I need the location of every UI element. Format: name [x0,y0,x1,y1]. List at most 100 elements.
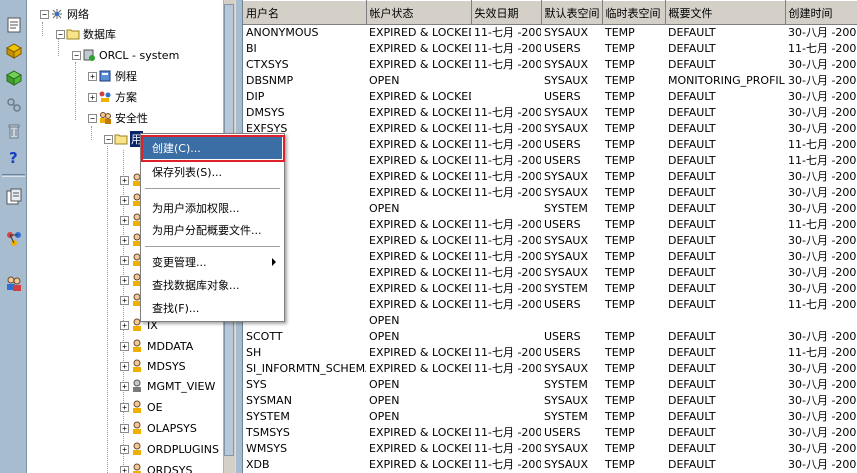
menu-item-add-privileges[interactable]: 为用户添加权限... [143,197,282,219]
tree-node-network[interactable]: − 网络 [40,6,90,22]
expand-icon[interactable]: + [120,295,129,305]
tree-node-user[interactable]: + MDSYS [120,358,187,374]
expand-icon[interactable]: + [120,175,129,185]
expand-icon[interactable]: + [120,402,129,412]
table-row[interactable]: YSEXPIRED & LOCKED11-七月 -2009SYSAUXTEMPD… [243,233,857,249]
tree-node-schema[interactable]: + 方案 [88,89,138,105]
menu-item-find[interactable]: 查找(F)... [143,297,282,319]
expand-icon[interactable]: + [120,381,129,391]
tree-node-security[interactable]: − 安全性 [88,110,149,126]
column-header-account-status[interactable]: 帐户状态 [366,0,472,25]
table-row[interactable]: SYSMAN OPEN SYSAUX TEMP DEFAULT 30-八月 -2005 [243,393,857,409]
column-header-default-tablespace[interactable]: 默认表空间 [541,0,603,25]
table-row[interactable]: TSMSYS EXPIRED & LOCKED11-七月 -2009USERS TE… [243,425,857,441]
tree-node-orcl[interactable]: − ORCL - system [72,47,180,63]
column-header-created[interactable]: 创建时间 [785,0,857,25]
cell-profile: DEFAULT [668,170,716,183]
cell-temp-tablespace: TEMP [605,378,635,391]
expand-icon[interactable]: + [88,92,97,102]
table-row[interactable]: EXPIRED & LOCKED11-七月 -2009SYSTEM TEMP DEF… [243,281,857,297]
table-row[interactable]: SYS OPEN SYSTEM TEMP DEFAULT 30-八月 -2005 [243,377,857,393]
cell-account-status: EXPIRED & LOCKED [369,218,471,231]
table-row[interactable]: AEXPIRED & LOCKED11-七月 -2009SYSAUXTEMPDE… [243,169,857,185]
new-object-icon[interactable] [3,14,24,35]
trash-icon[interactable] [3,120,24,141]
expand-icon[interactable]: + [120,341,129,351]
users-tools-icon[interactable] [3,272,24,293]
table-row[interactable]: DBSNMP OPEN SYSAUX TEMP MONITORING_PROFILE 30… [243,73,857,89]
tree-label: MDDATA [147,339,194,353]
expand-icon[interactable]: + [120,275,129,285]
cell-username: BI [246,42,257,55]
expand-icon[interactable]: + [120,320,129,330]
table-row[interactable]: SI_INFORMTN_SCHEMA EXPIRED & LOCKED 11-七月 … [243,361,857,377]
cell-account-status: EXPIRED & LOCKED [369,170,471,183]
table-row[interactable]: EXPIRED & LOCKED11-七月 -2009USERSTEMPDEFA… [243,153,857,169]
menu-item-assign-profile[interactable]: 为用户分配概要文件... [143,219,282,241]
sql-worksheet-icon[interactable] [3,186,24,207]
table-row[interactable]: OPEN [243,313,857,329]
cell-created: 30-八月 -2005 [788,378,857,391]
menu-item-change-management[interactable]: 变更管理... [143,251,282,273]
table-row[interactable]: SEXPIRED & LOCKED11-七月 -2009SYSAUXTEMPDE… [243,265,857,281]
database-cube-icon[interactable] [3,40,24,61]
tree-node-user[interactable]: + ORDSYS [120,462,193,473]
expand-icon[interactable]: + [120,444,129,454]
table-row[interactable]: ANONYMOUS EXPIRED & LOCKED11-七月 -2009SYSA… [243,25,857,42]
cell-created: 30-八月 -2005 [788,282,857,295]
collapse-icon[interactable]: − [72,50,81,60]
table-row[interactable]: EXPIRED & LOCKED11-七月 -2009USERSTEMPDEFA… [243,137,857,153]
cell-username: DBSNMP [246,74,294,87]
table-row[interactable]: SHEXPIRED & LOCKED11-七月 -2009USERSTEMPDE… [243,345,857,361]
table-row[interactable]: BIEXPIRED & LOCKED11-七月 -2009USERSTEMPDE… [243,41,857,57]
tree-node-user[interactable]: + MGMT_VIEW [120,378,216,394]
column-header-expiry-date[interactable]: 失效日期 [471,0,542,25]
cell-account-status: OPEN [369,394,400,407]
menu-item-save-list[interactable]: 保存列表(S)... [143,161,282,183]
expand-icon[interactable]: + [120,235,129,245]
table-row[interactable]: SCOTT OPEN USERS TEMP DEFAULT 30-八月 -2005 [243,329,857,345]
collapse-icon[interactable]: − [40,9,49,19]
tree-node-databases[interactable]: − 数据库 [56,26,117,42]
network-tools-icon[interactable] [3,228,24,249]
cell-expiry-date [471,313,541,329]
expand-icon[interactable]: + [120,215,129,225]
expand-icon[interactable]: + [120,361,129,371]
table-row[interactable]: EXPIRED & LOCKED11-七月 -2009USERSTEMPDEFA… [243,297,857,313]
column-header-temp-tablespace[interactable]: 临时表空间 [602,0,666,25]
expand-icon[interactable]: + [120,195,129,205]
table-row[interactable]: EXPIRED & LOCKED11-七月 -2009SYSAUX TEMP DEF… [243,185,857,201]
table-row[interactable]: UGINSEXPIRED & LOCKED11-七月 -2009SYSAUXTE… [243,249,857,265]
table-row[interactable]: SYSTEM OPEN SYSTEM TEMP DEFAULT 30-八月 -2005 [243,409,857,425]
collapse-icon[interactable]: − [56,29,65,39]
table-row[interactable]: WMSYS EXPIRED & LOCKED11-七月 -2009SYSAUX TE… [243,441,857,457]
table-row[interactable]: DIP EXPIRED & LOCKED USERS TEMP DEFAULT 30-八月… [243,89,857,105]
tree-node-user[interactable]: + OE [120,399,164,415]
table-row[interactable]: CTXSYS EXPIRED & LOCKED11-七月 -2009SYSAUX T… [243,57,857,73]
cell-default-tablespace: SYSAUX [544,234,588,247]
collapse-icon[interactable]: − [104,134,113,144]
tree-node-instance[interactable]: + 例程 [88,68,138,84]
tree-node-users[interactable]: − 用 [104,131,143,147]
menu-item-find-db-objects[interactable]: 查找数据库对象... [143,274,282,296]
help-icon[interactable]: ? [3,146,24,167]
expand-icon[interactable]: + [88,71,97,81]
column-header-username[interactable]: 用户名 [243,0,367,25]
tree-node-user[interactable]: + MDDATA [120,338,194,354]
table-row[interactable]: EXFSYSEXPIRED & LOCKED11-七月 -2009SYSAUXT… [243,121,857,137]
expand-icon[interactable]: + [120,465,129,473]
green-cube-icon[interactable] [3,67,24,88]
cell-created: 11-七月 -2009 [788,154,857,167]
column-header-profile[interactable]: 概要文件 [665,0,786,25]
table-row[interactable]: EXPIRED & LOCKED11-七月 -2009USERSTEMPDEFA… [243,217,857,233]
table-row[interactable]: XDB EXPIRED & LOCKED11-七月 -2009SYSAUX TEMP… [243,457,857,473]
expand-icon[interactable]: + [120,423,129,433]
connect-icon[interactable] [3,94,24,115]
menu-item-create[interactable]: 创建(C)... [143,137,282,159]
tree-node-user[interactable]: + OLAPSYS [120,420,198,436]
tree-node-user[interactable]: + ORDPLUGINS [120,441,220,457]
table-row[interactable]: DMSYS EXPIRED & LOCKED11-七月 -2009SYSAUX TE… [243,105,857,121]
table-row[interactable]: VIEWOPENSYSTEMTEMPDEFAULT30-八月 -2005 [243,201,857,217]
expand-icon[interactable]: + [120,255,129,265]
collapse-icon[interactable]: − [88,113,97,123]
